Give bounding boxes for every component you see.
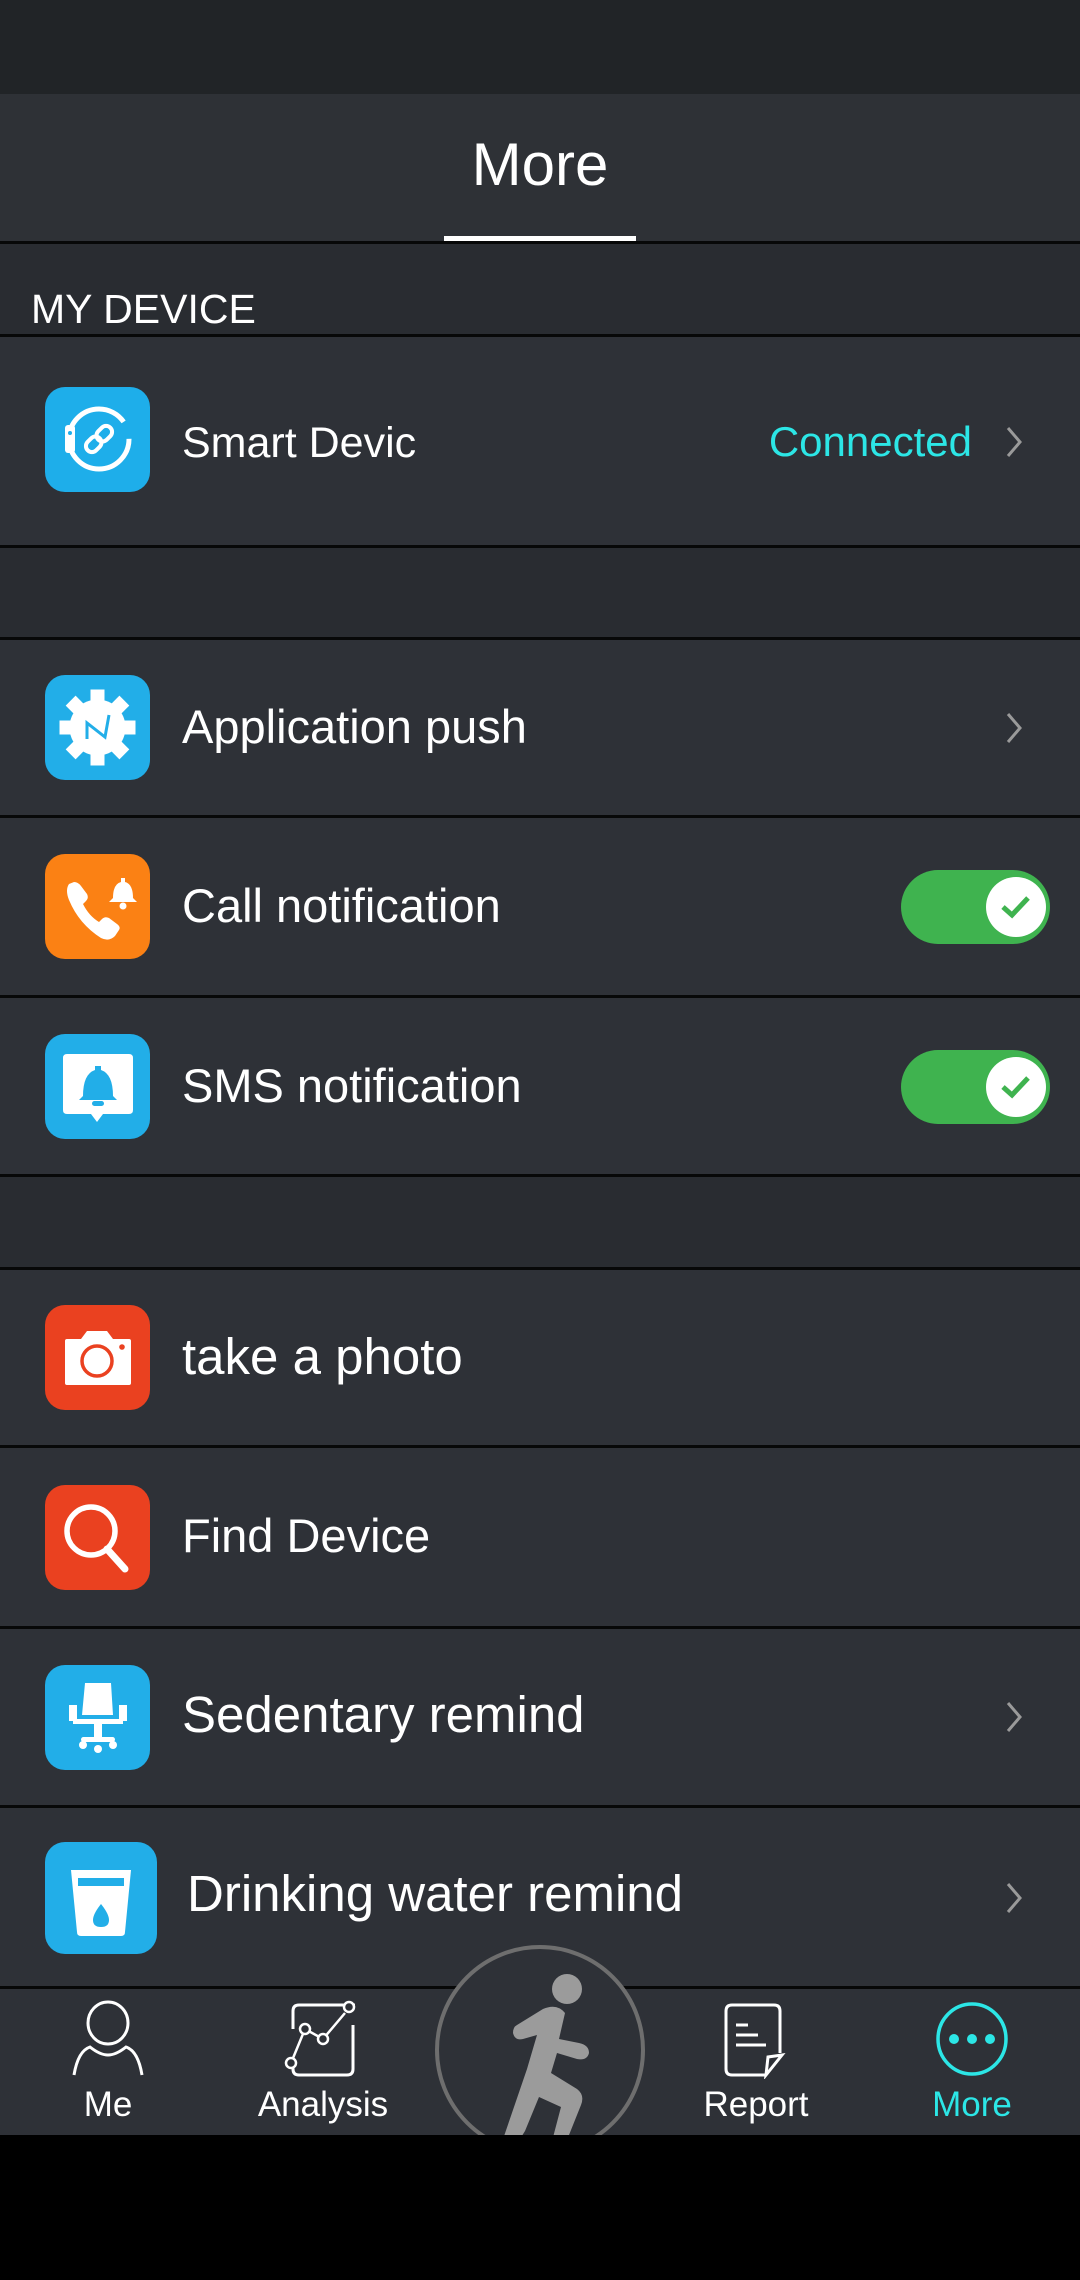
toggle-knob [986, 877, 1046, 937]
connection-status: Connected [768, 418, 972, 465]
nav-item-report[interactable]: Report [666, 1989, 846, 2135]
spacer [0, 548, 1080, 637]
chevron-right-icon [1006, 427, 1022, 457]
device-row[interactable]: Smart Devic Connected [0, 337, 1080, 546]
spacer [0, 1177, 1080, 1267]
page-title: More [471, 131, 609, 198]
phone-bell-icon [45, 854, 150, 959]
header: More [0, 94, 1080, 242]
row-label: take a photo [182, 1328, 463, 1385]
status-bar [0, 0, 1080, 94]
sedentary-remind-row[interactable]: Sedentary remind [0, 1629, 1080, 1805]
message-bell-icon [45, 1034, 150, 1139]
chevron-right-icon [1006, 1702, 1022, 1732]
start-workout-button[interactable] [435, 1945, 645, 2155]
gear-push-icon [45, 675, 150, 780]
check-icon [1001, 896, 1030, 919]
system-nav-area [0, 2135, 1080, 2280]
document-icon [724, 2003, 786, 2079]
section-header: MY DEVICE [0, 244, 1080, 334]
nav-label: Me [83, 2085, 133, 2124]
sms-notification-toggle[interactable] [901, 1050, 1050, 1124]
nav-item-me[interactable]: Me [18, 1989, 198, 2135]
office-chair-icon [45, 1665, 150, 1770]
runner-icon [501, 1974, 589, 2150]
water-glass-icon [45, 1842, 157, 1954]
check-icon [1001, 1076, 1030, 1099]
nav-label: Report [703, 2085, 809, 2124]
row-label: Find Device [182, 1509, 431, 1562]
nav-label: More [932, 2085, 1012, 2124]
camera-icon [45, 1305, 150, 1410]
watch-link-icon [45, 387, 150, 492]
line-chart-icon [284, 2000, 356, 2077]
nav-item-more[interactable]: More [882, 1989, 1062, 2135]
row-label: SMS notification [182, 1059, 522, 1112]
search-icon [45, 1485, 150, 1590]
call-notification-row: Call notification [0, 818, 1080, 995]
more-dots-icon [936, 2002, 1008, 2076]
find-device-row[interactable]: Find Device [0, 1448, 1080, 1626]
nav-label: Analysis [257, 2085, 389, 2124]
row-label: Drinking water remind [187, 1865, 684, 1922]
device-name: Smart Devic [182, 419, 417, 467]
row-label: Sedentary remind [182, 1686, 585, 1743]
chevron-right-icon [1006, 1883, 1022, 1913]
row-label: Call notification [182, 879, 501, 932]
section-title: MY DEVICE [31, 286, 256, 332]
row-label: Application push [182, 700, 527, 753]
take-photo-row[interactable]: take a photo [0, 1270, 1080, 1445]
person-icon [72, 2000, 144, 2076]
nav-item-analysis[interactable]: Analysis [233, 1989, 413, 2135]
call-notification-toggle[interactable] [901, 870, 1050, 944]
application-push-row[interactable]: Application push [0, 640, 1080, 815]
chevron-right-icon [1006, 713, 1022, 743]
toggle-knob [986, 1057, 1046, 1117]
sms-notification-row: SMS notification [0, 998, 1080, 1174]
